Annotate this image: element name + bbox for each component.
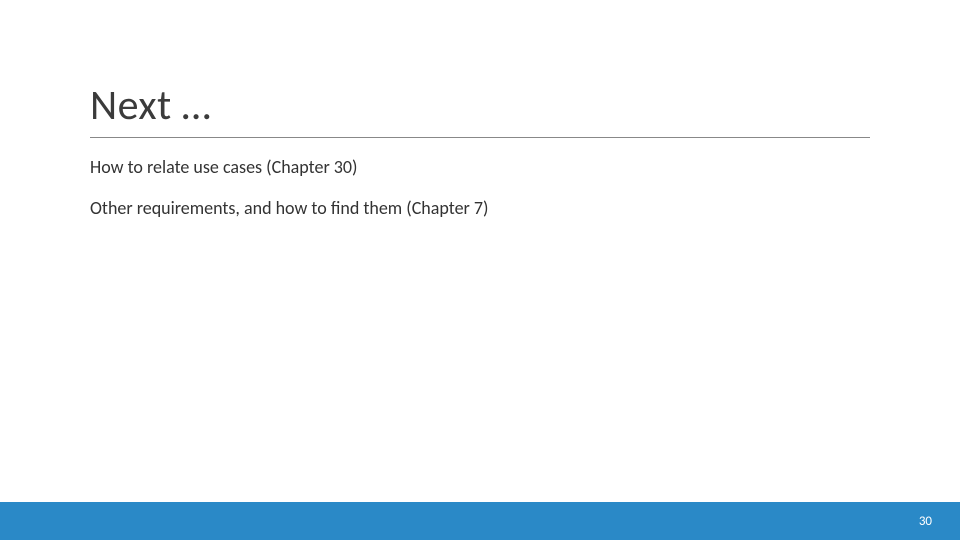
footer-bar: 30 — [0, 502, 960, 540]
page-number: 30 — [919, 514, 932, 529]
bullet-item: How to relate use cases (Chapter 30) — [90, 156, 870, 179]
slide-title: Next … — [90, 80, 870, 138]
slide-content: Next … How to relate use cases (Chapter … — [0, 0, 960, 221]
bullet-item: Other requirements, and how to find them… — [90, 197, 870, 220]
